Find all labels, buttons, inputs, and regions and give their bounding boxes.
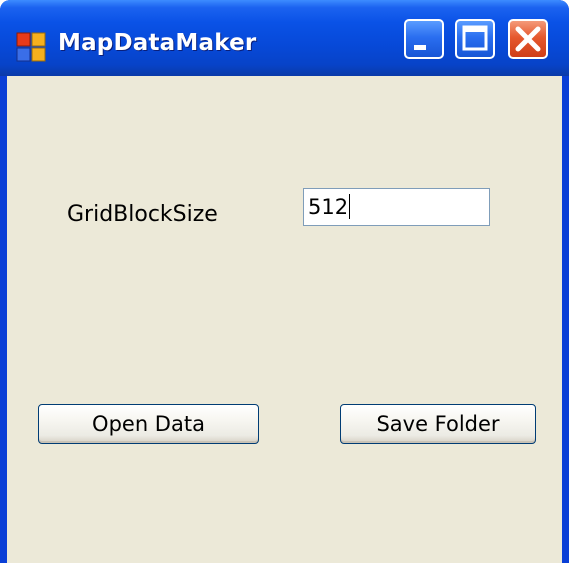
maximize-icon xyxy=(462,25,488,51)
app-icon xyxy=(16,32,46,62)
form-client-area: GridBlockSize 512 Open Data Save Folder xyxy=(7,76,562,563)
text-caret xyxy=(349,194,351,219)
grid-block-size-input[interactable]: 512 xyxy=(303,188,490,226)
title-bar[interactable]: MapDataMaker xyxy=(0,0,569,76)
window-title: MapDataMaker xyxy=(58,30,257,56)
grid-block-size-label: GridBlockSize xyxy=(67,202,218,227)
minimize-icon xyxy=(414,45,426,50)
maximize-button[interactable] xyxy=(455,19,495,59)
minimize-button[interactable] xyxy=(404,19,444,59)
grid-block-size-value: 512 xyxy=(308,195,349,219)
app-window: MapDataMaker GridBlockSize 512 Open Data… xyxy=(0,0,569,563)
open-data-button[interactable]: Open Data xyxy=(38,404,259,444)
close-icon xyxy=(515,26,541,52)
close-button[interactable] xyxy=(508,19,548,59)
save-folder-button[interactable]: Save Folder xyxy=(340,404,536,444)
